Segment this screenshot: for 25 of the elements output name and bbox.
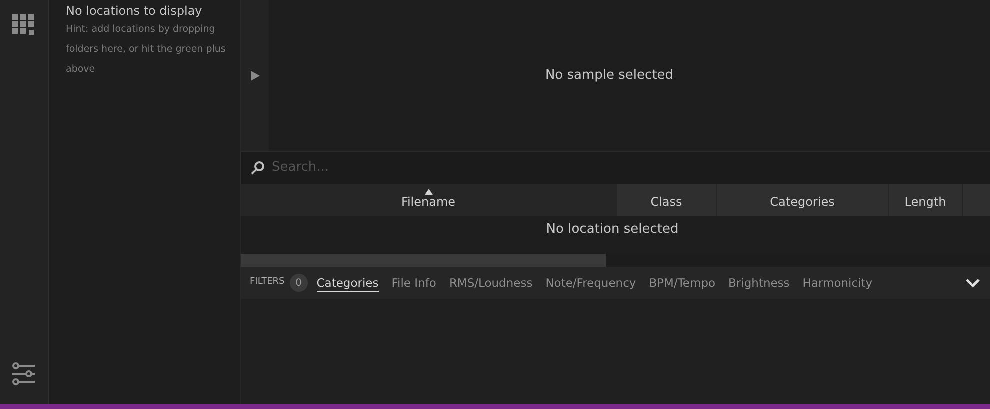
search-icon: [251, 161, 265, 175]
preview-message: No sample selected: [545, 66, 674, 85]
filter-tab[interactable]: Note/Frequency: [546, 274, 636, 292]
filter-tab[interactable]: RMS/Loudness: [449, 274, 533, 292]
chevron-down-icon[interactable]: [966, 278, 980, 288]
filter-count-badge: 0: [290, 274, 308, 292]
sort-arrow-icon: [424, 189, 432, 195]
scrollbar-thumb[interactable]: [241, 254, 606, 267]
column-header[interactable]: Length: [889, 184, 963, 216]
column-header[interactable]: Categories: [717, 184, 889, 216]
column-header[interactable]: Class: [617, 184, 717, 216]
filter-tab[interactable]: File Info: [392, 274, 436, 292]
search-field[interactable]: Search...: [272, 158, 980, 178]
filter-tab[interactable]: Brightness: [728, 274, 790, 292]
filter-tab[interactable]: BPM/Tempo: [649, 274, 716, 292]
filter-tab[interactable]: Categories: [316, 274, 379, 292]
column-header[interactable]: Filename: [241, 184, 617, 216]
grid-icon[interactable]: [12, 14, 36, 36]
filters-label: FILTERS: [250, 276, 285, 290]
sidebar-title: No locations to display: [66, 3, 204, 19]
empty-table-message: No location selected: [546, 222, 679, 239]
play-icon[interactable]: [250, 70, 260, 80]
sidebar-hint: Hint: add locations by dropping folders here, or hit the green plus above: [66, 23, 226, 77]
sliders-icon[interactable]: [12, 362, 36, 386]
filter-tab[interactable]: Harmonicity: [802, 274, 873, 292]
